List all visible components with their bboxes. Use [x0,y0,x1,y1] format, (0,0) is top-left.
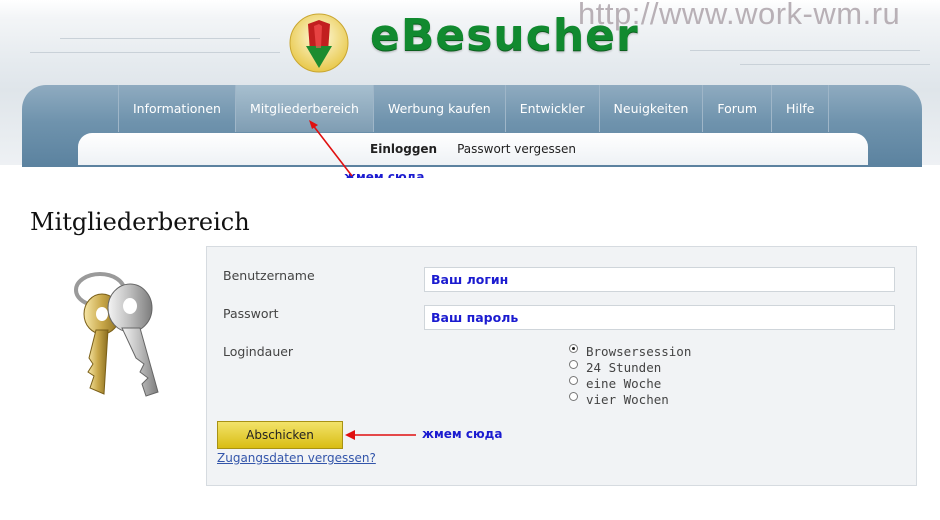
username-field[interactable]: Ваш логин [424,267,895,292]
radio-option-vier-wochen[interactable]: vier Wochen [569,391,691,407]
radio-label: vier Wochen [586,391,669,407]
radio-button[interactable] [569,343,578,353]
login-duration-label: Logindauer [223,344,294,359]
nav-item-forum[interactable]: Forum [702,85,771,132]
radio-button[interactable] [569,359,578,369]
radio-button[interactable] [569,375,578,385]
page-title: Mitgliederbereich [30,208,250,236]
forgot-credentials-link[interactable]: Zugangsdaten vergessen? [217,451,376,465]
header-decor-line [60,38,260,39]
nav-item-hilfe[interactable]: Hilfe [771,85,830,132]
header-decor-line [690,50,920,51]
nav-item-entwickler[interactable]: Entwickler [504,85,599,132]
radio-option-eine-woche[interactable]: eine Woche [569,375,691,391]
login-duration-options: Browsersession 24 Stunden eine Woche vie… [569,343,691,407]
brand-logo-text[interactable]: eBesucher [370,14,639,58]
radio-option-24-stunden[interactable]: 24 Stunden [569,359,691,375]
radio-option-browsersession[interactable]: Browsersession [569,343,691,359]
subnav-forgot-password-link[interactable]: Passwort vergessen [457,142,576,156]
keys-icon [74,272,159,397]
nav-item-informationen[interactable]: Informationen [118,85,235,132]
radio-label: eine Woche [586,375,662,391]
username-label: Benutzername [223,268,315,283]
header-decor-line [740,64,930,65]
nav-item-werbung-kaufen[interactable]: Werbung kaufen [372,85,505,132]
submit-button[interactable]: Abschicken [217,421,343,449]
nav-item-neuigkeiten[interactable]: Neuigkeiten [598,85,703,132]
password-label: Passwort [223,306,279,321]
radio-label: Browsersession [586,343,692,359]
header-decor-line [30,52,280,53]
sub-nav: Einloggen Passwort vergessen [78,133,868,165]
subnav-login-link[interactable]: Einloggen [370,142,437,156]
ebesucher-logo-icon[interactable] [288,12,350,74]
radio-button[interactable] [569,391,578,401]
nav-item-mitgliederbereich[interactable]: Mitgliederbereich [234,85,373,132]
annotation-submit-hint: жмем сюда [422,427,503,441]
password-field[interactable]: Ваш пароль [424,305,895,330]
main-nav: Informationen Mitgliederbereich Werbung … [118,85,830,132]
radio-label: 24 Stunden [586,359,662,375]
